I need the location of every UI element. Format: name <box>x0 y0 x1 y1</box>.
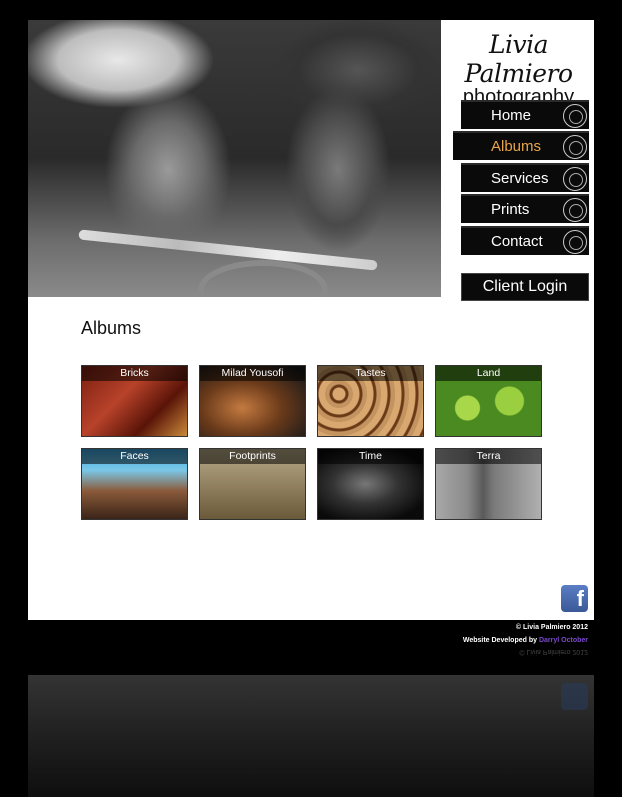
album-label: Footprints <box>200 449 305 464</box>
album-card-land[interactable]: Land <box>435 365 542 437</box>
album-card-milad-yousofi[interactable]: Milad Yousofi <box>199 365 306 437</box>
circle-icon <box>563 104 587 128</box>
nav-item-label: Home <box>491 107 532 124</box>
facebook-icon[interactable]: f <box>561 585 588 612</box>
page-title: Albums <box>81 318 142 338</box>
developer-prefix: Website Developed by <box>462 637 538 644</box>
nav-item-services[interactable]: Services <box>461 162 589 192</box>
logo-name: Livia Palmiero <box>464 30 573 88</box>
circle-icon <box>563 198 587 223</box>
nav-item-label: Albums <box>491 138 542 156</box>
main-nav: Home Albums Services Prints Contact <box>453 100 589 257</box>
circle-icon <box>563 135 587 160</box>
reflection-copyright: © Livia Palmiero 2012 <box>519 648 588 655</box>
nav-item-albums[interactable]: Albums <box>453 131 589 161</box>
client-login-button[interactable]: Client Login <box>461 273 589 301</box>
album-card-faces[interactable]: Faces <box>81 448 188 520</box>
album-label: Time <box>318 449 423 464</box>
facebook-glyph: f <box>576 586 584 611</box>
site-logo[interactable]: Livia Palmiero photography <box>446 30 591 109</box>
circle-icon <box>563 166 587 191</box>
hero-photo <box>28 20 441 297</box>
nav-item-prints[interactable]: Prints <box>461 194 589 224</box>
album-card-time[interactable]: Time <box>317 448 424 520</box>
nav-item-label: Contact <box>491 232 543 250</box>
nav-item-label: Prints <box>491 201 530 219</box>
album-card-tastes[interactable]: Tastes <box>317 365 424 437</box>
page-frame: Livia Palmiero photography Home Albums S… <box>28 20 594 620</box>
reflection-text: © Livia Palmiero 2012 <box>519 648 588 655</box>
album-label: Terra <box>436 449 541 464</box>
nav-item-contact[interactable]: Contact <box>461 225 589 255</box>
nav-item-label: Services <box>491 169 549 187</box>
developer-link[interactable]: Darryl October <box>539 637 588 644</box>
footer: © Livia Palmiero 2012 Website Developed … <box>463 624 588 644</box>
copyright-text: © Livia Palmiero 2012 <box>515 624 588 631</box>
album-card-footprints[interactable]: Footprints <box>199 448 306 520</box>
circle-icon <box>563 229 587 254</box>
page-reflection <box>28 675 594 797</box>
album-card-bricks[interactable]: Bricks <box>81 365 188 437</box>
album-label: Milad Yousofi <box>200 366 305 381</box>
album-label: Tastes <box>318 366 423 381</box>
album-label: Land <box>436 366 541 381</box>
hero-basket <box>198 260 328 297</box>
nav-item-home[interactable]: Home <box>461 100 589 129</box>
developer-credit: Website Developed by Darryl October <box>463 637 588 644</box>
album-label: Bricks <box>82 366 187 381</box>
facebook-reflection-icon <box>561 683 588 710</box>
album-label: Faces <box>82 449 187 464</box>
album-card-terra[interactable]: Terra <box>435 448 542 520</box>
